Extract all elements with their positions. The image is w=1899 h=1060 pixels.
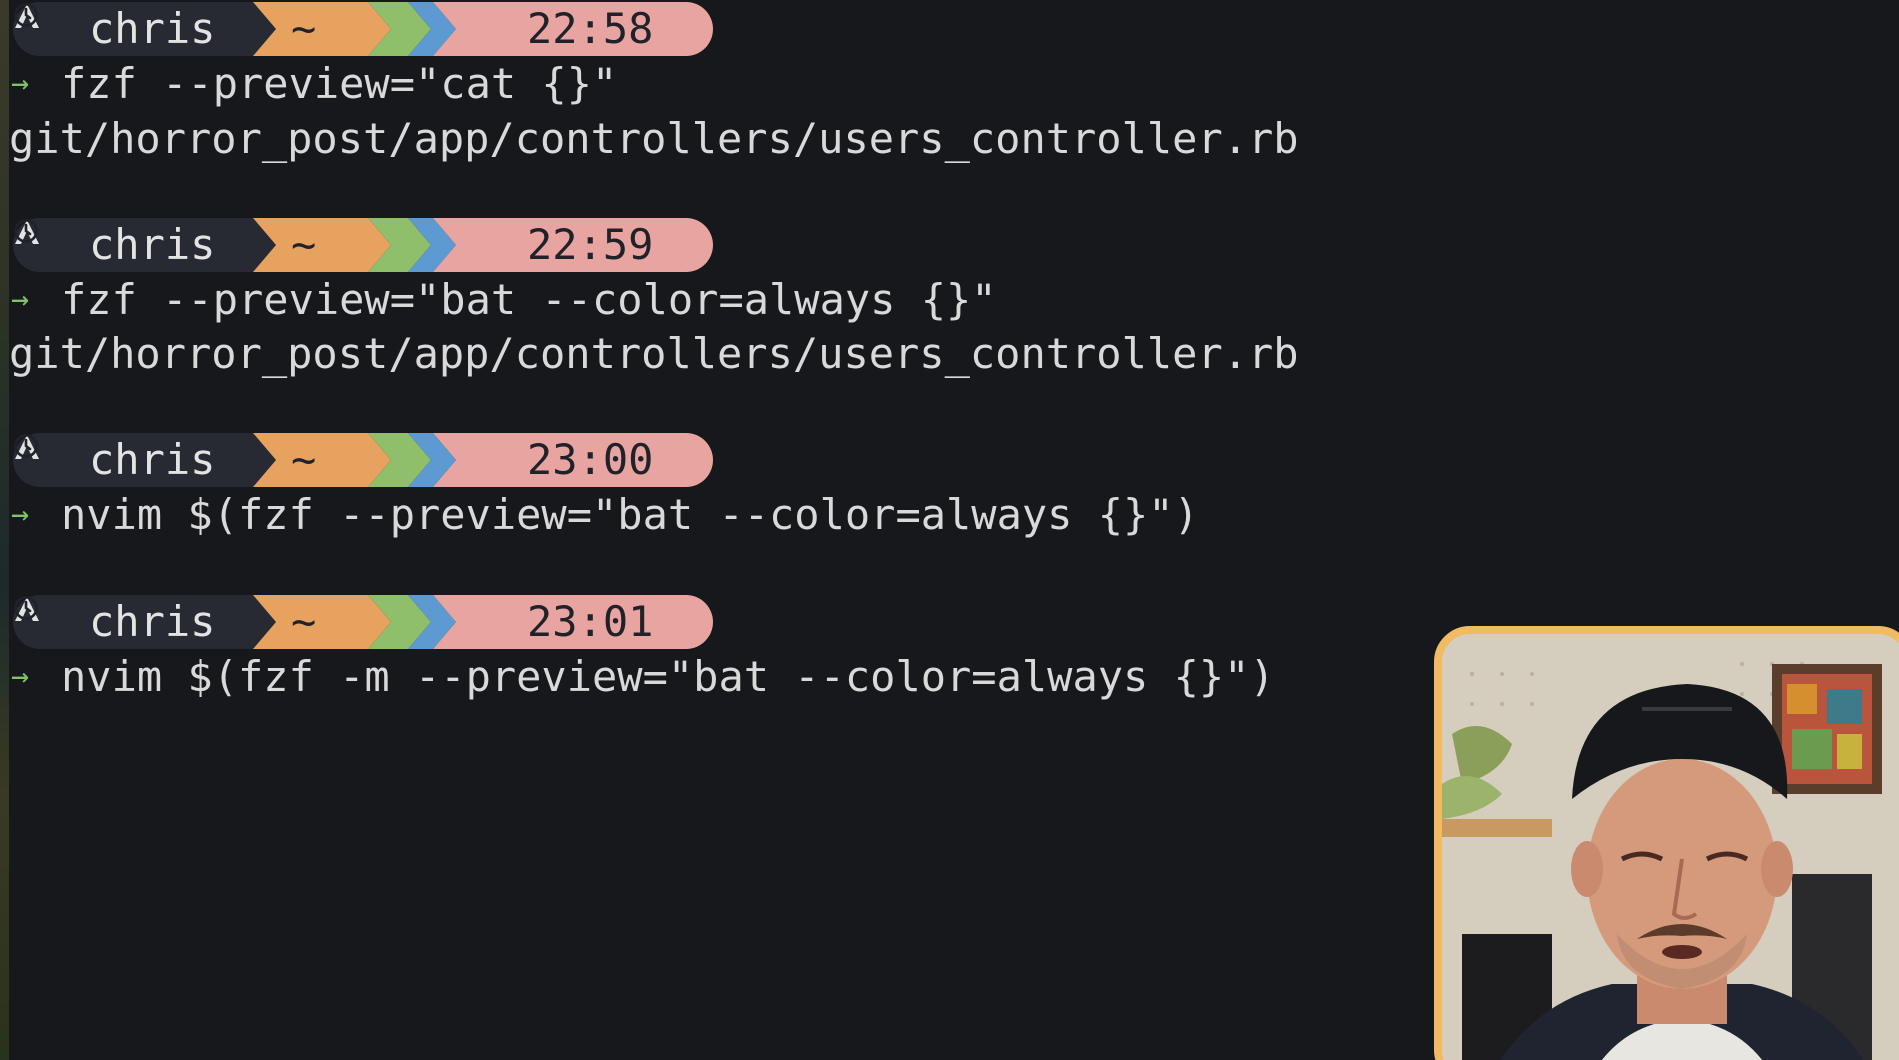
clock-icon	[14, 3, 38, 27]
prompt-bar: chris ~ 23:00	[13, 433, 713, 487]
prompt-directory: ~	[291, 4, 317, 53]
command-line: → fzf --preview="cat {}"	[9, 57, 617, 111]
prompt-bar: chris ~ 22:58	[13, 2, 713, 56]
command-text: nvim $(fzf -m --preview="bat --color=alw…	[61, 652, 1275, 701]
command-text: fzf --preview="bat --color=always {}"	[61, 275, 997, 324]
prompt-user: chris	[89, 597, 216, 646]
prompt-directory: ~	[291, 435, 317, 484]
prompt-user: chris	[89, 4, 216, 53]
command-output: git/horror_post/app/controllers/users_co…	[9, 329, 1299, 378]
prompt-user: chris	[89, 220, 216, 269]
prompt-arrow-icon: →	[11, 66, 30, 101]
command-line: → fzf --preview="bat --color=always {}"	[9, 273, 997, 327]
window-edge	[0, 0, 9, 1060]
presenter-video-icon	[1442, 634, 1899, 1060]
clock-icon	[14, 219, 38, 243]
prompt-time: 23:00	[527, 435, 654, 484]
presenter-webcam	[1434, 626, 1899, 1060]
prompt-time: 23:01	[527, 597, 654, 646]
prompt-bar: chris ~ 22:59	[13, 218, 713, 272]
prompt-arrow-icon: →	[11, 497, 30, 532]
prompt-bar: chris ~ 23:01	[13, 595, 713, 649]
clock-icon	[14, 596, 38, 620]
prompt-user: chris	[89, 435, 216, 484]
command-line: → nvim $(fzf --preview="bat --color=alwa…	[9, 488, 1199, 542]
prompt-directory: ~	[291, 220, 317, 269]
prompt-time: 22:58	[527, 4, 654, 53]
command-text: fzf --preview="cat {}"	[61, 59, 618, 108]
command-output: git/horror_post/app/controllers/users_co…	[9, 114, 1299, 163]
command-line: → nvim $(fzf -m --preview="bat --color=a…	[9, 650, 1275, 704]
clock-icon	[14, 434, 38, 458]
prompt-arrow-icon: →	[11, 659, 30, 694]
command-text: nvim $(fzf --preview="bat --color=always…	[61, 490, 1199, 539]
prompt-directory: ~	[291, 597, 317, 646]
prompt-time: 22:59	[527, 220, 654, 269]
prompt-arrow-icon: →	[11, 282, 30, 317]
